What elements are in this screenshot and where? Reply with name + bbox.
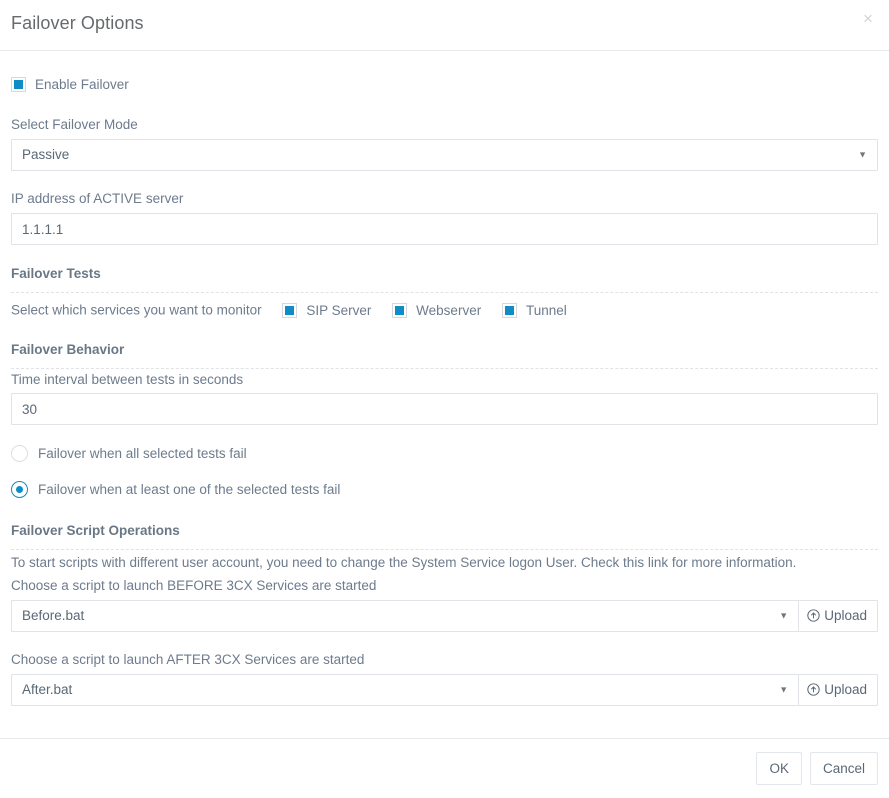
radio-one-test-fails-row[interactable]: Failover when at least one of the select… — [11, 481, 340, 498]
before-script-label: Choose a script to launch BEFORE 3CX Ser… — [11, 578, 377, 593]
upload-icon — [807, 683, 820, 696]
failover-tests-row: Select which services you want to monito… — [11, 302, 567, 318]
radio-all-tests-fail-row[interactable]: Failover when all selected tests fail — [11, 445, 247, 462]
active-ip-label: IP address of ACTIVE server — [11, 191, 184, 206]
after-script-upload-button[interactable]: Upload — [798, 674, 878, 706]
interval-field-wrap — [11, 393, 878, 425]
failover-tests-divider — [11, 292, 878, 293]
radio-one-test-fails[interactable] — [11, 481, 28, 498]
cancel-button[interactable]: Cancel — [809, 752, 878, 785]
failover-mode-label: Select Failover Mode — [11, 117, 138, 132]
after-script-select[interactable]: After.bat ▼ — [11, 674, 800, 706]
failover-tests-section-title: Failover Tests — [11, 266, 101, 281]
ok-button[interactable]: OK — [756, 752, 802, 785]
script-operations-section-title: Failover Script Operations — [11, 523, 180, 538]
radio-all-tests-fail-label: Failover when all selected tests fail — [38, 446, 247, 461]
sip-server-checkbox[interactable] — [282, 302, 298, 318]
enable-failover-checkbox[interactable] — [11, 76, 26, 92]
before-script-select[interactable]: Before.bat ▼ — [11, 600, 800, 632]
failover-behavior-section-title: Failover Behavior — [11, 342, 125, 357]
dialog-header: Failover Options × — [0, 0, 889, 51]
failover-options-dialog: Failover Options × Enable Failover Selec… — [0, 0, 889, 798]
webserver-checkbox[interactable] — [392, 302, 408, 318]
upload-icon — [807, 609, 820, 622]
enable-failover-label: Enable Failover — [35, 76, 129, 92]
after-script-upload-label: Upload — [824, 682, 867, 697]
before-script-upload-label: Upload — [824, 608, 867, 623]
webserver-label: Webserver — [416, 302, 482, 318]
page-title: Failover Options — [11, 13, 144, 33]
dialog-footer: OK Cancel — [0, 738, 889, 798]
active-ip-input[interactable] — [11, 213, 878, 245]
interval-label: Time interval between tests in seconds — [11, 372, 244, 387]
before-script-group: Before.bat ▼ Upload — [11, 600, 878, 632]
dialog-body: Enable Failover Select Failover Mode Pas… — [0, 51, 889, 738]
failover-behavior-divider — [11, 368, 878, 369]
close-icon[interactable]: × — [859, 10, 877, 28]
before-script-upload-button[interactable]: Upload — [798, 600, 878, 632]
after-script-group: After.bat ▼ Upload — [11, 674, 878, 706]
radio-all-tests-fail[interactable] — [11, 445, 28, 462]
tunnel-checkbox[interactable] — [501, 302, 517, 318]
after-script-label: Choose a script to launch AFTER 3CX Serv… — [11, 652, 365, 667]
failover-mode-select-wrap: Passive ▼ — [11, 139, 878, 171]
interval-input[interactable] — [11, 393, 878, 425]
failover-mode-value: Passive — [22, 147, 70, 162]
sip-server-label: SIP Server — [306, 302, 372, 318]
enable-failover-row: Enable Failover — [11, 76, 129, 92]
script-operations-note: To start scripts with different user acc… — [11, 555, 797, 570]
monitor-services-prompt: Select which services you want to monito… — [11, 302, 262, 318]
script-operations-divider — [11, 549, 878, 550]
tunnel-label: Tunnel — [525, 302, 567, 318]
after-script-value: After.bat — [22, 682, 73, 697]
before-script-value: Before.bat — [22, 608, 85, 623]
failover-mode-select[interactable]: Passive ▼ — [11, 139, 878, 171]
radio-one-test-fails-label: Failover when at least one of the select… — [38, 482, 341, 497]
active-ip-field-wrap — [11, 213, 878, 245]
